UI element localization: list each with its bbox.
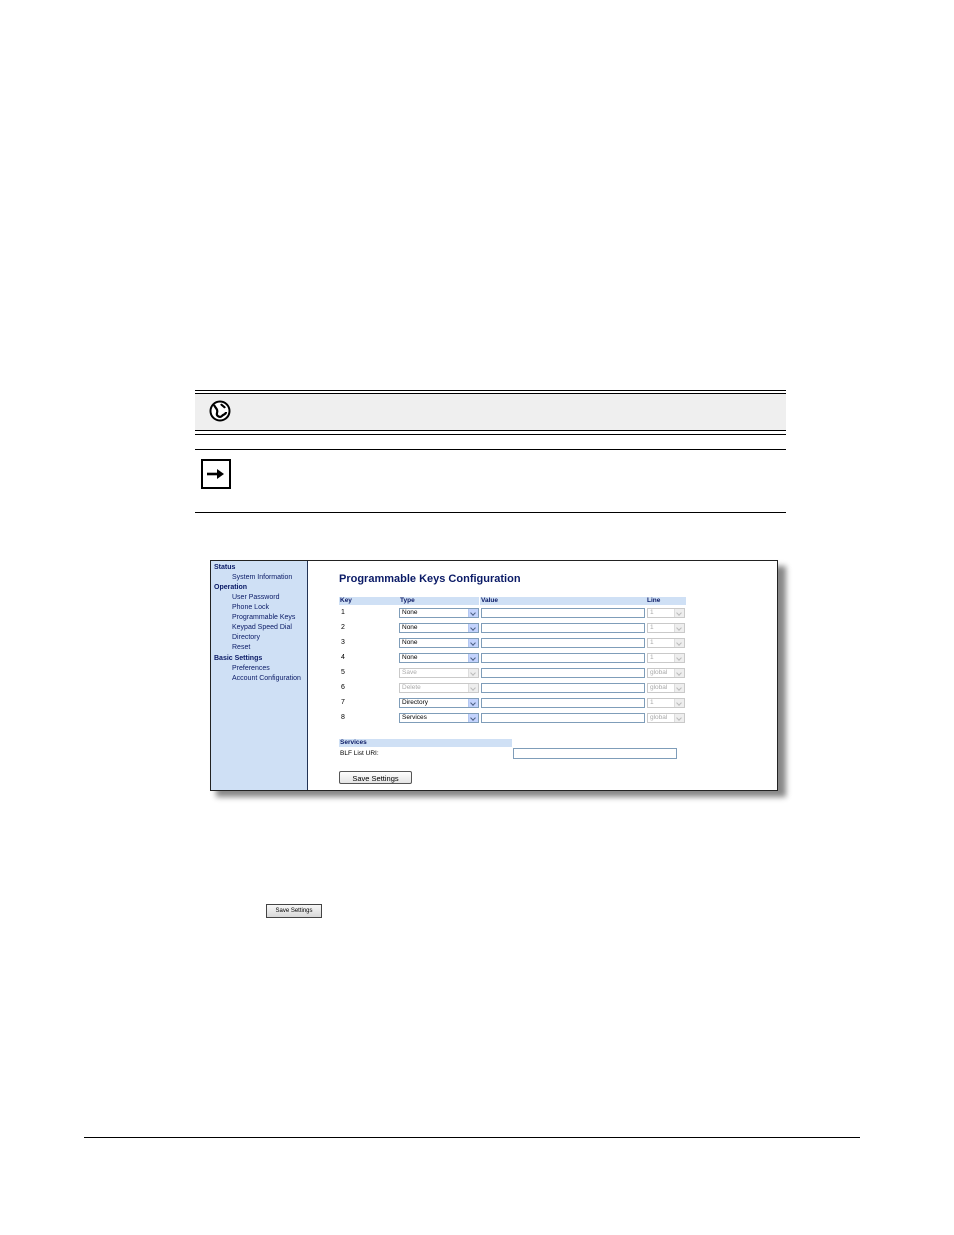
note-box-globe: [195, 394, 786, 430]
chevron-down-icon: [674, 609, 684, 617]
chevron-down-icon: [468, 699, 478, 707]
sidebar-item-phone-lock[interactable]: Phone Lock: [232, 604, 269, 611]
key-type-value: Save: [402, 669, 417, 676]
key-type-select: Save: [399, 668, 479, 678]
note2-rule-bottom: [195, 512, 786, 513]
key-value-input[interactable]: [481, 653, 645, 663]
key-number: 4: [341, 654, 345, 661]
chevron-down-icon: [674, 624, 684, 632]
key-type-value: None: [402, 639, 418, 646]
chevron-down-icon: [674, 714, 684, 722]
key-number: 8: [341, 714, 345, 721]
key-value-input[interactable]: [481, 683, 645, 693]
key-type-select[interactable]: Directory: [399, 698, 479, 708]
note2-rule-top: [195, 449, 786, 450]
key-line-select: 1: [647, 698, 685, 708]
key-line-value: global: [650, 669, 668, 676]
chevron-down-icon: [674, 699, 684, 707]
key-type-value: Directory: [402, 699, 429, 706]
column-header-type: Type: [399, 597, 479, 605]
web-ui-screenshot: Status System Information Operation User…: [210, 560, 778, 791]
key-type-value: None: [402, 624, 418, 631]
chevron-down-icon: [468, 624, 478, 632]
key-line-value: 1: [650, 654, 654, 661]
key-number: 6: [341, 684, 345, 691]
chevron-down-icon: [674, 669, 684, 677]
key-type-select[interactable]: None: [399, 638, 479, 648]
column-header-key: Key: [339, 597, 399, 605]
chevron-down-icon: [674, 639, 684, 647]
key-line-value: 1: [650, 609, 654, 616]
note-rule-bottom: [195, 434, 786, 435]
services-heading: Services: [339, 739, 512, 747]
chevron-down-icon: [468, 609, 478, 617]
key-line-value: 1: [650, 624, 654, 631]
key-type-value: None: [402, 609, 418, 616]
key-value-input[interactable]: [481, 698, 645, 708]
save-settings-button[interactable]: Save Settings: [339, 771, 412, 784]
key-number: 1: [341, 609, 345, 616]
key-type-select[interactable]: None: [399, 623, 479, 633]
key-value-input[interactable]: [481, 623, 645, 633]
key-value-input[interactable]: [481, 608, 645, 618]
chevron-down-icon: [468, 654, 478, 662]
sidebar-heading-operation[interactable]: Operation: [214, 584, 247, 591]
key-line-select: global: [647, 668, 685, 678]
key-line-select: 1: [647, 623, 685, 633]
key-type-select[interactable]: None: [399, 653, 479, 663]
column-header-value: Value: [480, 597, 646, 605]
sidebar-item-reset[interactable]: Reset: [232, 644, 250, 651]
arrow-right-icon: [201, 459, 231, 489]
note-rule-top-inner: [195, 393, 786, 394]
key-type-value: Services: [402, 714, 427, 721]
sidebar-item-directory[interactable]: Directory: [232, 634, 260, 641]
sidebar-heading-status[interactable]: Status: [214, 564, 235, 571]
key-type-select[interactable]: Services: [399, 713, 479, 723]
chevron-down-icon: [674, 684, 684, 692]
blf-list-uri-label: BLF List URI:: [340, 750, 379, 757]
globe-phone-icon: [208, 399, 232, 423]
footer-rule: [84, 1137, 860, 1138]
key-type-select: Delete: [399, 683, 479, 693]
main-content: Programmable Keys Configuration Key Type…: [308, 561, 777, 790]
chevron-down-icon: [468, 714, 478, 722]
key-value-input[interactable]: [481, 713, 645, 723]
sidebar-nav: Status System Information Operation User…: [211, 561, 308, 790]
page-title: Programmable Keys Configuration: [339, 573, 521, 585]
column-header-line: Line: [646, 597, 686, 605]
key-line-select: 1: [647, 653, 685, 663]
key-line-value: 1: [650, 699, 654, 706]
key-type-value: None: [402, 654, 418, 661]
key-value-input[interactable]: [481, 638, 645, 648]
key-line-select: 1: [647, 608, 685, 618]
note-rule-bottom-inner: [195, 430, 786, 431]
chevron-down-icon: [674, 654, 684, 662]
key-line-select: global: [647, 683, 685, 693]
sidebar-item-system-information[interactable]: System Information: [232, 574, 292, 581]
sidebar-item-preferences[interactable]: Preferences: [232, 665, 270, 672]
key-line-value: global: [650, 714, 668, 721]
save-settings-button-inline: Save Settings: [266, 904, 322, 918]
key-line-value: global: [650, 684, 668, 691]
note-rule-top: [195, 390, 786, 391]
sidebar-item-programmable-keys[interactable]: Programmable Keys: [232, 614, 295, 621]
sidebar-item-keypad-speed-dial[interactable]: Keypad Speed Dial: [232, 624, 292, 631]
key-number: 7: [341, 699, 345, 706]
key-line-select: global: [647, 713, 685, 723]
sidebar-item-user-password[interactable]: User Password: [232, 594, 279, 601]
key-number: 3: [341, 639, 345, 646]
sidebar-item-account-configuration[interactable]: Account Configuration: [232, 675, 301, 682]
chevron-down-icon: [468, 669, 478, 677]
key-number: 2: [341, 624, 345, 631]
key-line-value: 1: [650, 639, 654, 646]
sidebar-heading-basic-settings[interactable]: Basic Settings: [214, 655, 262, 662]
key-type-value: Delete: [402, 684, 421, 691]
key-number: 5: [341, 669, 345, 676]
key-value-input[interactable]: [481, 668, 645, 678]
chevron-down-icon: [468, 639, 478, 647]
key-line-select: 1: [647, 638, 685, 648]
chevron-down-icon: [468, 684, 478, 692]
key-type-select[interactable]: None: [399, 608, 479, 618]
blf-list-uri-input[interactable]: [513, 748, 677, 759]
